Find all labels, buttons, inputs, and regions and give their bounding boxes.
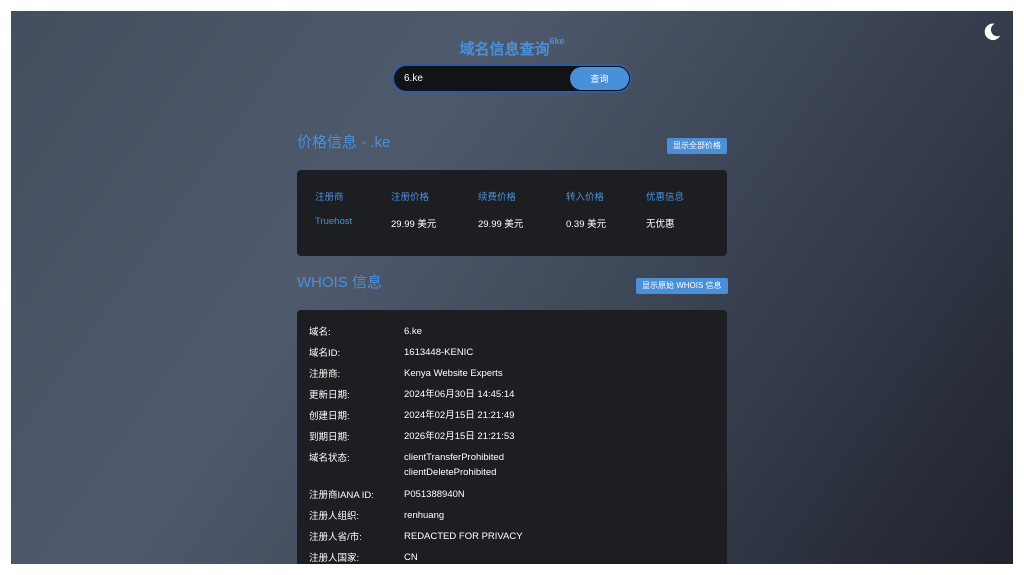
search-button[interactable]: 查询 <box>570 67 629 90</box>
page-title: 域名信息查询6ke <box>11 36 1013 59</box>
registrar-link-truehost[interactable]: Truehost <box>315 216 352 227</box>
whois-value: 1613448-KENIC <box>404 347 474 358</box>
page-title-sup: 6ke <box>549 36 565 46</box>
show-raw-whois-button[interactable]: 显示原始 WHOIS 信息 <box>636 278 728 294</box>
col-header-renew: 续费价格 <box>478 192 517 203</box>
whois-value: 2024年02月15日 21:21:49 <box>404 410 515 421</box>
search-bar: 查询 <box>392 64 632 93</box>
whois-value: CN <box>404 552 418 563</box>
whois-card: 域名: 6.ke 域名ID: 1613448-KENIC 注册商: Kenya … <box>297 310 727 564</box>
whois-value: REDACTED FOR PRIVACY <box>404 531 523 542</box>
whois-key: 注册人省/市: <box>309 532 362 543</box>
whois-key: 注册商IANA ID: <box>309 490 374 501</box>
show-all-prices-button[interactable]: 显示全部价格 <box>667 138 727 154</box>
whois-key: 域名ID: <box>309 348 341 359</box>
whois-key: 注册人国家: <box>309 553 360 564</box>
whois-key: 创建日期: <box>309 411 350 422</box>
whois-key: 更新日期: <box>309 390 350 401</box>
app-window: 域名信息查询6ke 查询 价格信息 - .ke 显示全部价格 注册商 注册价格 … <box>11 11 1013 564</box>
whois-value: 6.ke <box>404 326 422 337</box>
whois-section-title: WHOIS 信息 <box>297 274 382 291</box>
col-header-promo: 优惠信息 <box>646 192 685 203</box>
whois-value: 2024年06月30日 14:45:14 <box>404 389 515 400</box>
page-title-text: 域名信息查询 <box>459 41 550 58</box>
price-section-title: 价格信息 - .ke <box>297 134 391 151</box>
domain-search-input[interactable] <box>404 66 564 91</box>
whois-key: 注册人组织: <box>309 511 360 522</box>
whois-key: 域名: <box>309 327 331 338</box>
whois-value: P051388940N <box>404 489 465 500</box>
whois-value: 2026年02月15日 21:21:53 <box>404 431 515 442</box>
whois-key: 注册商: <box>309 369 341 380</box>
col-header-transfer: 转入价格 <box>566 192 605 203</box>
col-header-registrar: 注册商 <box>315 192 344 203</box>
promo-info: 无优惠 <box>646 219 675 230</box>
register-price: 29.99 美元 <box>391 219 437 230</box>
price-card: 注册商 注册价格 续费价格 转入价格 优惠信息 Truehost 29.99 美… <box>297 170 727 256</box>
whois-value: renhuang <box>404 510 445 521</box>
whois-key: 域名状态: <box>309 453 350 464</box>
col-header-register: 注册价格 <box>391 192 430 203</box>
whois-key: 到期日期: <box>309 432 350 443</box>
transfer-price: 0.39 美元 <box>566 219 607 230</box>
renew-price: 29.99 美元 <box>478 219 524 230</box>
whois-value: clientTransferProhibited <box>404 452 504 463</box>
whois-value: Kenya Website Experts <box>404 368 503 379</box>
whois-value-secondary: clientDeleteProhibited <box>404 467 497 478</box>
